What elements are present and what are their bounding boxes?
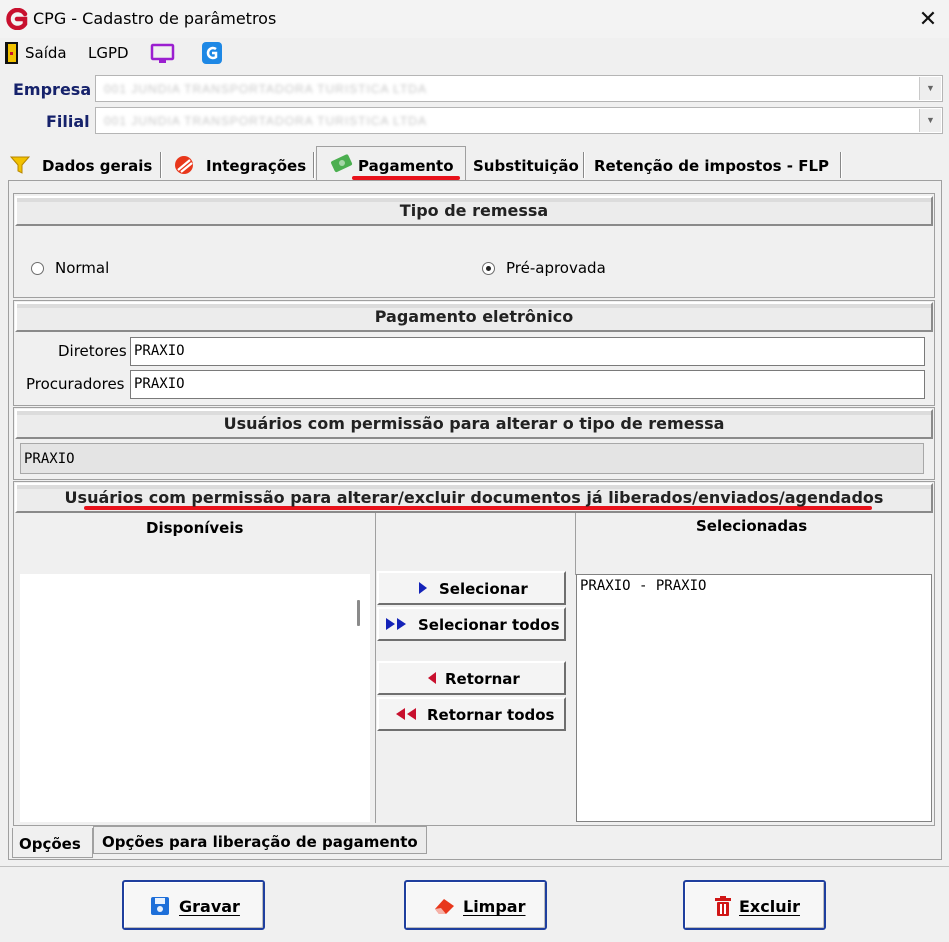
exit-door-icon[interactable] (4, 41, 20, 65)
tab-substituicao[interactable]: Substituição (470, 148, 582, 180)
retornar-todos-button[interactable]: Retornar todos (377, 697, 566, 731)
tab-retencao-impostos[interactable]: Retenção de impostos - FLP (589, 148, 841, 180)
footer-divider (0, 866, 949, 867)
tab-divider (160, 152, 162, 178)
filial-select[interactable]: 001 JUNDIA TRANSPORTADORA TURISTICA LTDA… (95, 107, 943, 134)
empresa-label: Empresa (13, 80, 92, 99)
diretores-field[interactable]: PRAXIO (130, 337, 925, 366)
empresa-value: 001 JUNDIA TRANSPORTADORA TURISTICA LTDA (104, 82, 427, 96)
tab-opcoes-liberacao[interactable]: Opções para liberação de pagamento (93, 826, 427, 854)
tab-divider (840, 152, 842, 178)
section-header: Usuários com permissão para alterar o ti… (15, 409, 933, 439)
lgpd-button[interactable]: LGPD (88, 44, 129, 62)
eraser-icon (435, 899, 454, 914)
chevron-down-icon[interactable]: ▼ (919, 109, 941, 132)
window-title: CPG - Cadastro de parâmetros (33, 9, 277, 28)
diretores-label: Diretores (58, 342, 127, 360)
tab-integracoes[interactable]: Integrações (166, 148, 312, 180)
selecionar-button[interactable]: Selecionar (377, 571, 566, 605)
filial-value: 001 JUNDIA TRANSPORTADORA TURISTICA LTDA (104, 114, 427, 128)
arrow-left-icon (428, 672, 436, 684)
double-arrow-left-icon (396, 708, 416, 720)
trash-icon (715, 896, 731, 916)
list-item[interactable]: PRAXIO - PRAXIO (580, 578, 706, 594)
procuradores-field[interactable]: PRAXIO (130, 370, 925, 399)
tab-pagamento[interactable]: Pagamento (316, 146, 466, 180)
tab-label: Substituição (473, 157, 579, 175)
gravar-button[interactable]: Gravar (122, 880, 265, 930)
column-divider (375, 513, 376, 823)
tab-label: Integrações (206, 157, 307, 175)
column-divider (575, 513, 576, 575)
tab-label: Pagamento (358, 157, 454, 175)
selecionar-todos-button[interactable]: Selecionar todos (377, 607, 566, 641)
disponiveis-label: Disponíveis (146, 519, 244, 537)
arrow-right-icon (419, 582, 427, 594)
save-icon (151, 897, 169, 915)
selecionadas-list[interactable]: PRAXIO - PRAXIO (576, 574, 932, 822)
tab-label: Retenção de impostos - FLP (594, 157, 830, 175)
tab-divider (583, 152, 585, 178)
money-icon (331, 154, 353, 173)
integration-icon (175, 156, 193, 174)
chevron-down-icon[interactable]: ▼ (919, 77, 941, 100)
g-app-icon[interactable] (201, 41, 223, 65)
usuarios-remessa-field[interactable]: PRAXIO (20, 443, 924, 474)
app-logo-icon (6, 8, 28, 30)
limpar-button[interactable]: Limpar (404, 880, 547, 930)
empresa-select[interactable]: 001 JUNDIA TRANSPORTADORA TURISTICA LTDA… (95, 75, 943, 102)
monitor-icon[interactable] (150, 43, 176, 65)
filial-label: Filial (46, 112, 90, 131)
disponiveis-list[interactable] (20, 574, 370, 822)
tab-label: Dados gerais (42, 157, 153, 175)
toolbar: Saída LGPD (0, 38, 949, 70)
double-arrow-right-icon (386, 618, 406, 630)
funnel-icon (9, 156, 31, 174)
section-header: Tipo de remessa (15, 196, 933, 226)
radio-pre-aprovada-label[interactable]: Pré-aprovada (506, 259, 606, 277)
saida-button[interactable]: Saída (25, 44, 67, 62)
tab-opcoes[interactable]: Opções (12, 828, 93, 858)
tab-dados-gerais[interactable]: Dados gerais (6, 148, 158, 180)
close-icon[interactable]: ✕ (913, 4, 943, 34)
procuradores-label: Procuradores (26, 375, 125, 393)
retornar-button[interactable]: Retornar (377, 661, 566, 695)
list-scrollbar-thumb[interactable] (357, 600, 360, 626)
radio-normal-label[interactable]: Normal (55, 259, 109, 277)
radio-normal[interactable] (31, 262, 44, 275)
section-header: Pagamento eletrônico (15, 302, 933, 332)
radio-pre-aprovada[interactable] (482, 262, 495, 275)
tab-divider (313, 152, 315, 178)
selecionadas-label: Selecionadas (696, 517, 808, 535)
excluir-button[interactable]: Excluir (683, 880, 826, 930)
